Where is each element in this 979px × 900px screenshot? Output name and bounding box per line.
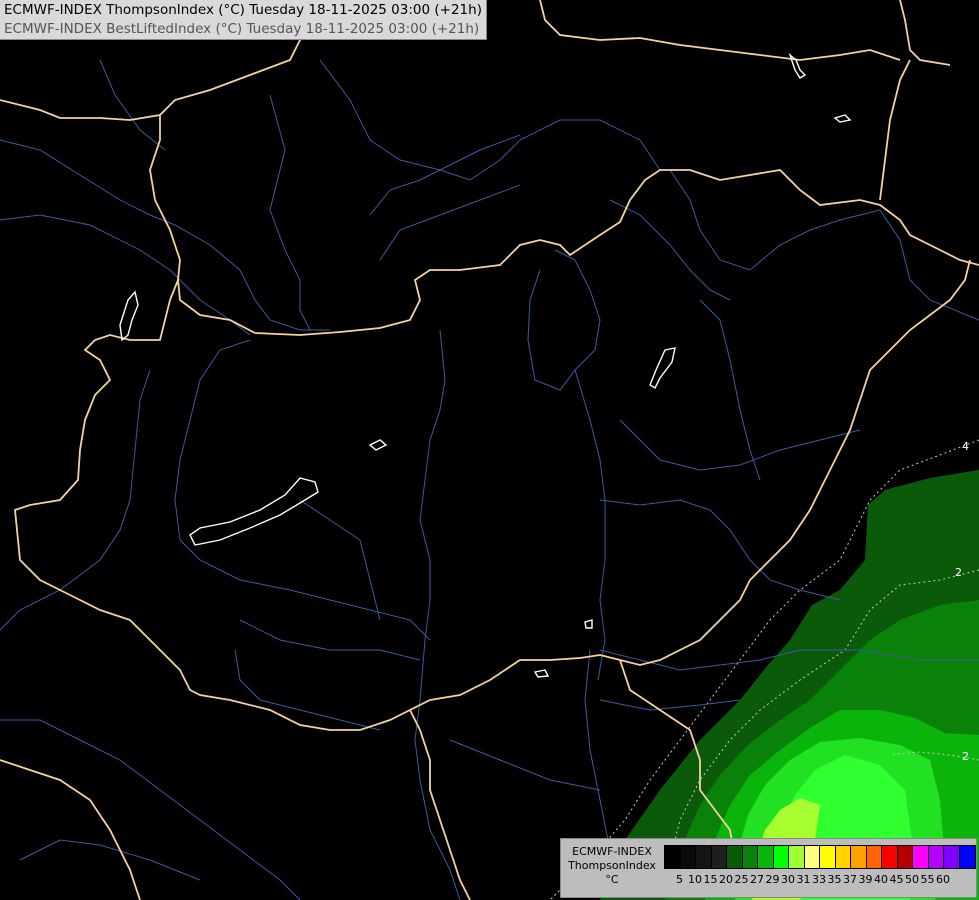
- legend-tick-labels: 5 10 15 20 25 27 29 30 31 33 35 37 39 40 45 50 55 60: [664, 873, 974, 887]
- contour-label-4: 4: [962, 440, 969, 453]
- legend-swatch: [882, 846, 898, 868]
- legend-title-parameter: ThompsonIndex: [568, 859, 656, 872]
- contour-label-2a: 2: [955, 566, 962, 579]
- title-best-lifted-index: ECMWF-INDEX BestLiftedIndex (°C) Tuesday…: [4, 21, 480, 37]
- legend-tick-label: 27: [750, 873, 764, 886]
- legend-tick-label: 40: [874, 873, 888, 886]
- contour-label-2b: 2: [962, 750, 969, 763]
- legend-swatch: [928, 846, 944, 868]
- weather-map: 4 2 2: [0, 0, 979, 900]
- legend-swatch: [913, 846, 929, 868]
- legend-tick-label: 45: [889, 873, 904, 886]
- legend-tick-label: 55: [920, 873, 935, 886]
- legend-swatch: [959, 846, 975, 868]
- legend-tick-label: 30: [781, 873, 795, 886]
- legend-tick-label: 5: [676, 873, 683, 886]
- legend-swatch: [804, 846, 820, 868]
- legend-swatch: [773, 846, 789, 868]
- legend-swatch: [758, 846, 774, 868]
- legend-tick-label: 50: [905, 873, 919, 886]
- legend-swatch: [835, 846, 851, 868]
- title-thompson-index: ECMWF-INDEX ThompsonIndex (°C) Tuesday 1…: [4, 2, 482, 18]
- legend-tick-label: 10: [688, 873, 702, 886]
- legend-title: ECMWF-INDEX ThompsonIndex °C: [564, 845, 660, 887]
- legend-swatch: [727, 846, 743, 868]
- legend-color-bar: [664, 845, 976, 869]
- legend-tick-label: 15: [703, 873, 718, 886]
- legend-tick-label: 31: [796, 873, 811, 886]
- legend-swatch: [789, 846, 805, 868]
- legend-swatch: [696, 846, 712, 868]
- legend-tick-label: 25: [734, 873, 749, 886]
- legend-swatch: [944, 846, 960, 868]
- legend-tick-label: 33: [812, 873, 826, 886]
- legend-swatch: [820, 846, 836, 868]
- legend-tick-label: 37: [843, 873, 857, 886]
- legend-tick-label: 39: [858, 873, 873, 886]
- legend-title-unit: °C: [605, 873, 619, 886]
- legend-swatch: [851, 846, 867, 868]
- legend-swatch: [680, 846, 696, 868]
- legend-tick-label: 35: [827, 873, 842, 886]
- legend-tick-label: 20: [719, 873, 733, 886]
- legend-swatch: [711, 846, 727, 868]
- legend-title-model: ECMWF-INDEX: [572, 845, 652, 858]
- legend-tick-label: 29: [765, 873, 780, 886]
- legend-swatch: [897, 846, 913, 868]
- legend-swatch: [665, 846, 681, 868]
- color-legend: ECMWF-INDEX ThompsonIndex °C 5 10 15 20 25 27…: [560, 838, 977, 898]
- legend-swatch: [866, 846, 882, 868]
- map-title-box: ECMWF-INDEX ThompsonIndex (°C) Tuesday 1…: [0, 0, 487, 40]
- legend-swatch: [742, 846, 758, 868]
- legend-tick-label: 60: [936, 873, 950, 886]
